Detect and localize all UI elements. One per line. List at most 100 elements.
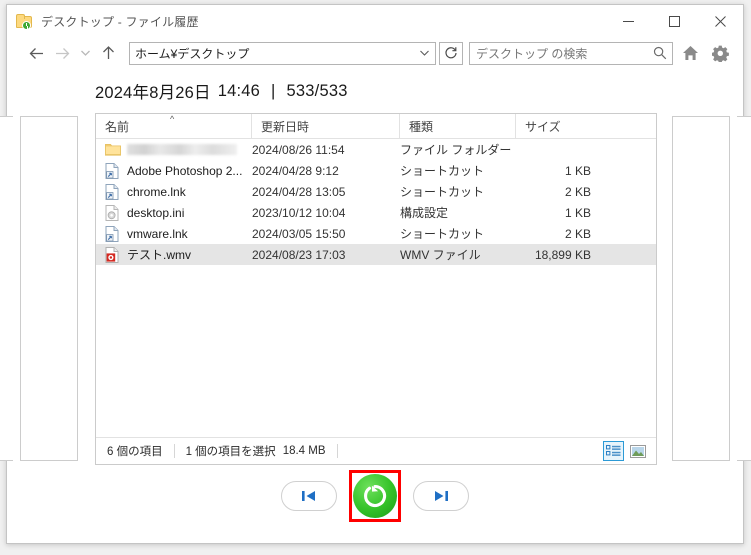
title-bar: デスクトップ - ファイル履歴: [7, 5, 743, 37]
version-preview-next-far[interactable]: [737, 116, 751, 461]
status-bar: 6 個の項目 1 個の項目を選択 18.4 MB: [96, 437, 656, 464]
version-preview-next[interactable]: [672, 116, 730, 461]
search-icon[interactable]: [648, 46, 672, 60]
file-history-window: デスクトップ - ファイル履歴 ホーム¥デスクトップ デスクトップ の検索 20…: [0, 4, 751, 544]
restore-button-highlight: [349, 470, 401, 522]
redacted-file-name: [127, 144, 237, 155]
file-name-label: vmware.lnk: [127, 226, 188, 241]
column-header-type-label: 種類: [409, 119, 434, 134]
file-size-cell: 2 KB: [564, 226, 591, 241]
file-date-cell: 2024/03/05 15:50: [252, 226, 346, 241]
version-preview-prev[interactable]: [20, 116, 78, 461]
file-size-cell: 1 KB: [564, 205, 591, 220]
file-name-cell: vmware.lnk: [96, 225, 252, 242]
up-icon[interactable]: [95, 40, 121, 66]
table-row[interactable]: chrome.lnk 2024/04/28 13:05 ショートカット 2 KB: [96, 181, 656, 202]
folder-icon: [105, 142, 121, 158]
minimize-icon[interactable]: [605, 5, 651, 37]
header-separator: |: [271, 81, 276, 100]
backup-counter: 533/533: [286, 81, 348, 100]
version-navigation: [7, 469, 743, 523]
file-date-cell: 2024/04/28 13:05: [252, 184, 346, 199]
file-size-cell: 18,899 KB: [534, 247, 591, 262]
version-preview-prev-far[interactable]: [0, 116, 13, 461]
refresh-icon[interactable]: [439, 41, 463, 65]
column-header-size-label: サイズ: [525, 119, 561, 134]
video-icon: [105, 246, 121, 263]
search-box[interactable]: デスクトップ の検索: [469, 41, 673, 65]
address-bar[interactable]: ホーム¥デスクトップ: [129, 41, 436, 65]
gear-icon[interactable]: [707, 40, 733, 66]
column-header-type[interactable]: 種類: [400, 114, 516, 138]
address-chevron-down-icon[interactable]: [413, 43, 435, 64]
table-row[interactable]: desktop.ini 2023/10/12 10:04 構成設定 1 KB: [96, 202, 656, 223]
file-name-label: テスト.wmv: [127, 248, 191, 262]
red-highlight-box: [349, 470, 401, 522]
file-type-cell: WMV ファイル: [400, 248, 481, 262]
folder-history-icon: [16, 13, 33, 30]
file-size-cell: 2 KB: [564, 184, 591, 199]
file-type-cell: ショートカット: [400, 227, 485, 241]
shortcut-icon: [105, 225, 121, 242]
maximize-icon[interactable]: [651, 5, 697, 37]
column-header-name[interactable]: 名前 ^: [96, 114, 252, 138]
file-date-cell: 2024/08/26 11:54: [252, 142, 345, 157]
close-icon[interactable]: [697, 5, 743, 37]
previous-version-button[interactable]: [281, 481, 337, 511]
column-header-name-label: 名前: [105, 119, 130, 134]
shortcut-icon: [105, 183, 121, 200]
file-type-cell: ショートカット: [400, 164, 485, 178]
details-view-icon[interactable]: [603, 441, 624, 461]
version-carousel: 名前 ^ 更新日時 種類 サイズ 2024/08/26 11:54 ファイル フォ…: [0, 113, 751, 469]
file-list-pane: 名前 ^ 更新日時 種類 サイズ 2024/08/26 11:54 ファイル フォ…: [95, 113, 657, 465]
home-icon[interactable]: [677, 40, 703, 66]
file-list: 2024/08/26 11:54 ファイル フォルダー Adobe Photosho…: [96, 139, 656, 437]
selection-count: 1 個の項目を選択: [185, 446, 276, 458]
sort-ascending-icon: ^: [170, 114, 175, 124]
large-icons-view-icon[interactable]: [627, 441, 648, 461]
file-date-cell: 2023/10/12 10:04: [252, 205, 346, 220]
skip-next-icon: [435, 491, 448, 501]
file-size-cell: 1 KB: [564, 163, 591, 178]
skip-previous-icon: [302, 491, 315, 501]
status-divider: [173, 444, 175, 458]
table-row[interactable]: Adobe Photoshop 2... 2024/04/28 9:12 ショートカ…: [96, 160, 656, 181]
recent-locations-chevron-down-icon: [75, 40, 95, 66]
table-row[interactable]: vmware.lnk 2024/03/05 15:50 ショートカット 2 KB: [96, 223, 656, 244]
table-row[interactable]: 2024/08/26 11:54 ファイル フォルダー: [96, 139, 656, 160]
backup-time: 14:46: [217, 81, 261, 100]
column-header-date-label: 更新日時: [261, 119, 310, 134]
file-name-label: chrome.lnk: [127, 184, 186, 199]
next-version-button[interactable]: [413, 481, 469, 511]
config-icon: [105, 204, 121, 221]
status-divider-2: [336, 444, 338, 458]
backup-date: 2024年8月26日: [95, 84, 211, 102]
backup-date-header: 2024年8月26日 14:46 | 533/533: [7, 69, 743, 113]
address-value[interactable]: ホーム¥デスクトップ: [130, 45, 413, 62]
file-name-label: desktop.ini: [127, 205, 185, 220]
view-toggles: [603, 441, 648, 461]
search-input[interactable]: デスクトップ の検索: [470, 45, 648, 62]
file-name-label: Adobe Photoshop 2...: [127, 163, 243, 178]
file-name-cell: テスト.wmv: [96, 246, 252, 263]
file-type-cell: 構成設定: [400, 206, 449, 220]
back-icon[interactable]: [23, 40, 49, 66]
file-type-cell: ショートカット: [400, 185, 485, 199]
selection-size: 18.4 MB: [282, 445, 326, 457]
file-name-cell: chrome.lnk: [96, 183, 252, 200]
column-header-size[interactable]: サイズ: [516, 114, 602, 138]
window-title: デスクトップ - ファイル履歴: [41, 14, 199, 29]
navigation-toolbar: ホーム¥デスクトップ デスクトップ の検索: [7, 37, 743, 69]
column-headers: 名前 ^ 更新日時 種類 サイズ: [96, 114, 656, 139]
file-name-cell: [96, 142, 252, 158]
file-name-cell: Adobe Photoshop 2...: [96, 162, 252, 179]
table-row[interactable]: テスト.wmv 2024/08/23 17:03 WMV ファイル 18,899 KB: [96, 244, 656, 265]
file-date-cell: 2024/08/23 17:03: [252, 247, 346, 262]
file-name-cell: desktop.ini: [96, 204, 252, 221]
file-date-cell: 2024/04/28 9:12: [252, 163, 339, 178]
window-controls: [605, 5, 743, 37]
shortcut-icon: [105, 162, 121, 179]
file-type-cell: ファイル フォルダー: [400, 143, 512, 157]
forward-icon: [49, 40, 75, 66]
column-header-date[interactable]: 更新日時: [252, 114, 400, 138]
